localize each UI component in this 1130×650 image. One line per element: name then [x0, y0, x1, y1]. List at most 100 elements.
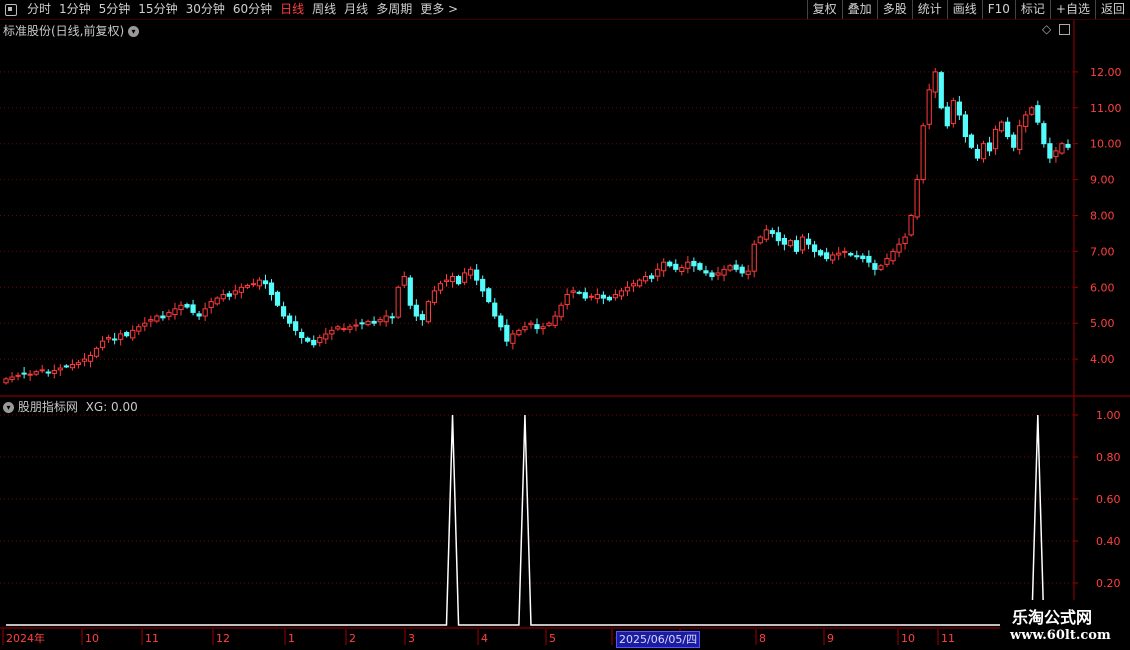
candle-body	[93, 347, 100, 357]
indicator-tick-label: 0.20	[1096, 577, 1121, 590]
candle-body	[148, 319, 154, 322]
candle-body	[528, 322, 534, 326]
candle-body	[1035, 105, 1041, 123]
price-tick-label: 7.00	[1090, 245, 1115, 258]
candle-body	[323, 333, 329, 340]
candle-body	[546, 322, 552, 326]
date-tick-label: 10	[85, 632, 99, 645]
candle-body	[33, 371, 39, 375]
candle-body	[118, 333, 124, 340]
candle-body	[214, 297, 220, 305]
candle-body	[594, 293, 600, 299]
candle-body	[413, 304, 419, 317]
candle-body	[425, 301, 432, 323]
candle-body	[166, 311, 172, 317]
candle-body	[745, 270, 751, 275]
candle-body	[112, 338, 118, 341]
candle-body	[142, 322, 148, 327]
candle-body	[136, 326, 142, 332]
candle-body	[691, 260, 697, 267]
candle-body	[914, 179, 920, 218]
candle-body	[486, 288, 492, 303]
candle-body	[787, 240, 794, 247]
kline-chart[interactable]: 4.005.006.007.008.009.0010.0011.0012.000…	[0, 0, 1130, 650]
candle-body	[516, 329, 522, 336]
date-tick-label: 1	[288, 632, 295, 645]
price-tick-label: 9.00	[1090, 174, 1115, 187]
candle-body	[154, 315, 160, 322]
candle-body	[498, 315, 504, 328]
candle-body	[667, 261, 673, 267]
candle-body	[474, 269, 480, 281]
candle-body	[455, 276, 462, 285]
candle-body	[715, 272, 721, 276]
candle-body	[884, 258, 890, 265]
xg-signal-line	[6, 414, 1068, 626]
candle-body	[582, 292, 588, 299]
candle-body	[673, 263, 679, 270]
candle-body	[299, 332, 305, 339]
candle-body	[51, 370, 57, 374]
candle-body	[27, 373, 33, 376]
price-tick-label: 12.00	[1090, 66, 1122, 79]
candle-body	[1005, 121, 1011, 138]
date-tick-label: 9	[827, 632, 834, 645]
candle-body	[739, 266, 745, 274]
candle-body	[377, 319, 383, 323]
candle-body	[588, 295, 594, 298]
cursor-date-label: 2025/06/05/四	[616, 631, 701, 648]
indicator-tick-label: 1.00	[1096, 409, 1121, 422]
candle-body	[3, 378, 9, 384]
candle-body	[238, 286, 244, 293]
candle-body	[854, 255, 860, 258]
candle-body	[431, 290, 438, 303]
candle-body	[661, 261, 667, 272]
candle-body	[848, 253, 854, 256]
candle-body	[311, 339, 317, 346]
candle-body	[872, 263, 878, 270]
candle-body	[908, 215, 914, 236]
date-tick-label: 10	[901, 632, 915, 645]
candle-body	[1023, 114, 1029, 127]
candle-body	[679, 267, 685, 273]
candle-body	[244, 285, 250, 288]
candle-body	[57, 367, 63, 371]
candle-body	[824, 252, 830, 260]
candle-body	[419, 314, 425, 321]
candle-body	[407, 277, 413, 306]
candle-body	[733, 264, 739, 270]
candle-body	[836, 252, 842, 256]
date-tick-label: 12	[216, 632, 230, 645]
candle-body	[1047, 143, 1053, 159]
candle-body	[830, 254, 836, 261]
date-tick-label: 3	[408, 632, 415, 645]
candle-body	[232, 290, 238, 295]
candle-body	[317, 337, 323, 344]
candle-body	[932, 71, 938, 93]
candle-body	[401, 276, 407, 286]
candle-body	[45, 371, 51, 374]
candle-body	[39, 369, 45, 372]
candle-body	[286, 315, 293, 324]
candle-body	[552, 315, 558, 326]
candle-body	[630, 283, 637, 287]
candle-body	[757, 236, 763, 244]
candle-body	[21, 372, 27, 375]
candle-body	[570, 290, 576, 293]
candle-body	[793, 240, 800, 252]
candle-body	[449, 276, 456, 283]
watermark-title: 乐淘公式网	[1012, 608, 1093, 627]
candle-body	[685, 261, 691, 269]
candle-body	[817, 250, 824, 256]
candle-body	[99, 340, 106, 349]
candle-body	[649, 275, 655, 279]
candle-body	[968, 134, 975, 148]
candle-body	[902, 236, 908, 245]
candle-body	[763, 229, 769, 240]
candle-body	[274, 291, 281, 306]
candle-body	[202, 308, 208, 317]
candle-body	[655, 268, 661, 277]
candle-body	[353, 324, 359, 327]
candle-body	[950, 100, 956, 125]
candle-body	[184, 304, 190, 308]
